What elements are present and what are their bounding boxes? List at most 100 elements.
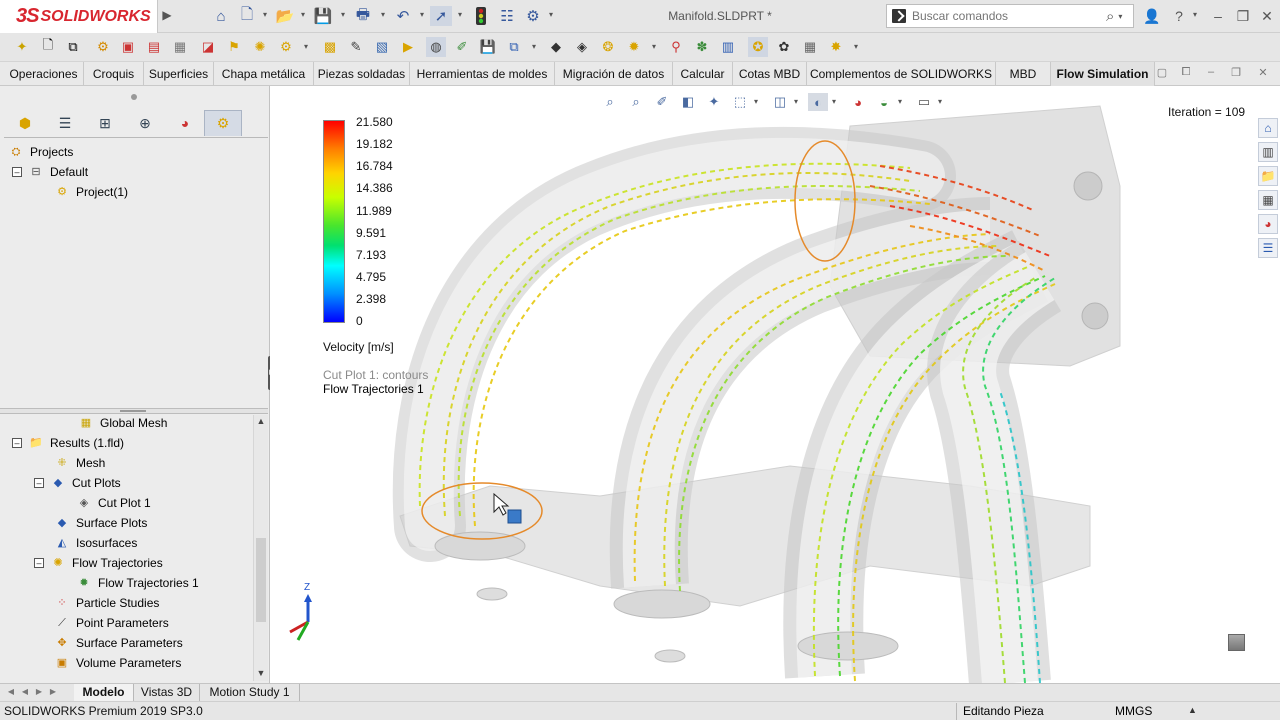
- display-style-dropdown-icon[interactable]: ▾: [792, 98, 800, 106]
- tree-volume-parameters[interactable]: ▣ Volume Parameters: [54, 653, 182, 673]
- home-icon[interactable]: ⌂: [210, 6, 232, 26]
- view-orientation-dropdown-icon[interactable]: ▾: [752, 98, 760, 106]
- help-dropdown-icon[interactable]: ▾: [1191, 11, 1199, 19]
- tree-scrollbar[interactable]: ▲ ▼: [253, 415, 268, 681]
- view-orientation-icon[interactable]: ⬚: [730, 93, 750, 111]
- tree-global-mesh[interactable]: ▦ Global Mesh: [78, 415, 168, 433]
- property-manager-tab-icon[interactable]: ☰: [46, 110, 84, 136]
- new-project-icon[interactable]: 🗋: [38, 37, 58, 57]
- undo-dropdown-icon[interactable]: ▾: [418, 11, 426, 19]
- tab-superficies[interactable]: Superficies: [144, 62, 214, 86]
- save-dropdown-icon[interactable]: ▾: [339, 11, 347, 19]
- tree-mesh[interactable]: ⁜ Mesh: [54, 453, 105, 473]
- tree-cut-plot-1[interactable]: ◈ Cut Plot 1: [76, 493, 151, 513]
- view-palette-icon[interactable]: ▦: [1258, 190, 1278, 210]
- tree-project-1[interactable]: ⚙ Project(1): [54, 182, 128, 202]
- tab-expand-icon[interactable]: ⧠: [1178, 66, 1194, 82]
- configuration-manager-tab-icon[interactable]: ⊞: [86, 110, 124, 136]
- previous-view-icon[interactable]: ✐: [652, 93, 672, 111]
- rebuild-traffic-light-icon[interactable]: [470, 6, 492, 26]
- tab-herramientas-moldes[interactable]: Herramientas de moldes: [410, 62, 555, 86]
- custom-properties-icon[interactable]: ☰: [1258, 238, 1278, 258]
- panel-top-grip[interactable]: [0, 86, 270, 106]
- tree-flow-trajectories-1[interactable]: ✹ Flow Trajectories 1: [76, 573, 198, 593]
- display-manager-tab-icon[interactable]: ◕: [166, 110, 204, 136]
- tab-chapa-metalica[interactable]: Chapa metálica: [214, 62, 314, 86]
- collapse-icon[interactable]: –: [34, 478, 44, 488]
- report-tool-icon[interactable]: ▥: [718, 37, 738, 57]
- print-icon[interactable]: 🖶: [352, 6, 374, 26]
- search-input[interactable]: [912, 9, 1102, 23]
- view-settings-dropdown-icon[interactable]: ▾: [936, 98, 944, 106]
- select-pointer-icon[interactable]: ➚: [430, 6, 452, 26]
- flow-trajectory-tool-icon[interactable]: ✹: [624, 37, 644, 57]
- tree-surface-plots[interactable]: ◆ Surface Plots: [54, 513, 148, 533]
- tree-default[interactable]: – ⊟ Default: [12, 162, 88, 182]
- user-icon[interactable]: 👤: [1141, 6, 1163, 26]
- mesh-icon[interactable]: ▩: [320, 37, 340, 57]
- search-icon[interactable]: ⌕: [1106, 8, 1114, 25]
- scroll-up-icon[interactable]: ▲: [255, 416, 267, 428]
- flow-analysis-tab-icon[interactable]: ⚙: [204, 110, 242, 136]
- tab-motion-study-1[interactable]: Motion Study 1: [200, 684, 300, 701]
- clone-project-icon[interactable]: ⧉: [63, 37, 83, 57]
- print-dropdown-icon[interactable]: ▾: [379, 11, 387, 19]
- xy-plot-tool-icon[interactable]: ✽: [692, 37, 712, 57]
- restore-icon[interactable]: ❐: [1232, 6, 1254, 26]
- tab-cotas-mbd[interactable]: Cotas MBD: [733, 62, 807, 86]
- search-commands[interactable]: ⌕ ▾: [886, 4, 1134, 28]
- tree-point-parameters[interactable]: ⟋ Point Parameters: [54, 613, 169, 633]
- tree-surface-parameters[interactable]: ✥ Surface Parameters: [54, 633, 182, 653]
- doc-close-icon[interactable]: ✕: [1255, 66, 1271, 82]
- graphics-area[interactable]: ⌕ ⌕ ✐ ◧ ✦ ⬚ ▾ ◫ ▾ ◐ ▾ ◕ ◒ ▾ ▭ ▾ Iteratio…: [270, 86, 1280, 683]
- prev-tab-icon[interactable]: ◀: [20, 687, 30, 698]
- cut-plot-label[interactable]: Cut Plot 1: contours: [323, 368, 428, 382]
- boundary-condition-icon[interactable]: ◪: [198, 37, 218, 57]
- new-document-icon[interactable]: 🗋: [236, 6, 258, 26]
- solidworks-logo[interactable]: 3S SOLIDWORKS: [0, 0, 158, 33]
- dynamic-annotation-icon[interactable]: ✦: [704, 93, 724, 111]
- fluid-subdomain-icon[interactable]: ▤: [144, 37, 164, 57]
- tab-croquis[interactable]: Croquis: [84, 62, 144, 86]
- section-view-icon[interactable]: ◧: [678, 93, 698, 111]
- tab-modelo[interactable]: Modelo: [74, 684, 134, 701]
- tree-flow-trajectories[interactable]: – ✺ Flow Trajectories: [34, 553, 163, 573]
- results-display-icon[interactable]: ◍: [426, 37, 446, 57]
- tree-cut-plots[interactable]: – ◆ Cut Plots: [34, 473, 121, 493]
- more-dropdown-icon[interactable]: ▾: [852, 43, 860, 51]
- flow-help-icon[interactable]: ✸: [826, 37, 846, 57]
- tab-flow-simulation[interactable]: Flow Simulation: [1051, 62, 1155, 86]
- file-properties-icon[interactable]: ☷: [496, 6, 518, 26]
- tab-migracion-datos[interactable]: Migración de datos: [555, 62, 673, 86]
- menu-expand-icon[interactable]: ▶: [160, 8, 174, 24]
- next-tab-icon[interactable]: ▶: [34, 687, 44, 698]
- save-results-icon[interactable]: 💾: [478, 37, 498, 57]
- tools-icon[interactable]: ✎: [346, 37, 366, 57]
- animation-icon[interactable]: ✿: [774, 37, 794, 57]
- open-icon[interactable]: 📂: [274, 6, 296, 26]
- display-style-icon[interactable]: ◫: [770, 93, 790, 111]
- computational-domain-icon[interactable]: ▣: [118, 37, 138, 57]
- save-icon[interactable]: 💾: [312, 6, 334, 26]
- plots-dropdown-icon[interactable]: ▾: [650, 43, 658, 51]
- help-icon[interactable]: ?: [1168, 6, 1190, 26]
- monitor-icon[interactable]: ▧: [372, 37, 392, 57]
- load-results-icon[interactable]: ✐: [452, 37, 472, 57]
- surface-plot-tool-icon[interactable]: ◈: [572, 37, 592, 57]
- edit-appearance-icon[interactable]: ◕: [848, 93, 868, 111]
- collapse-icon[interactable]: –: [12, 167, 22, 177]
- tab-vistas-3d[interactable]: Vistas 3D: [134, 684, 200, 701]
- global-goal-icon[interactable]: ✺: [250, 37, 270, 57]
- trajectories-label[interactable]: Flow Trajectories 1: [323, 382, 428, 396]
- first-tab-icon[interactable]: ◀: [6, 687, 16, 698]
- collapse-icon[interactable]: –: [34, 558, 44, 568]
- tree-projects[interactable]: ⛭ Projects: [8, 142, 74, 162]
- result-options-icon[interactable]: ⧉: [504, 37, 524, 57]
- tab-mbd[interactable]: MBD: [996, 62, 1051, 86]
- close-icon[interactable]: ✕: [1256, 6, 1278, 26]
- graphics-corner-button[interactable]: [1228, 634, 1245, 651]
- zoom-to-area-icon[interactable]: ⌕: [626, 93, 646, 111]
- solidworks-resources-icon[interactable]: ⌂: [1258, 118, 1278, 138]
- view-settings-icon[interactable]: ▭: [914, 93, 934, 111]
- design-library-icon[interactable]: ▥: [1258, 142, 1278, 162]
